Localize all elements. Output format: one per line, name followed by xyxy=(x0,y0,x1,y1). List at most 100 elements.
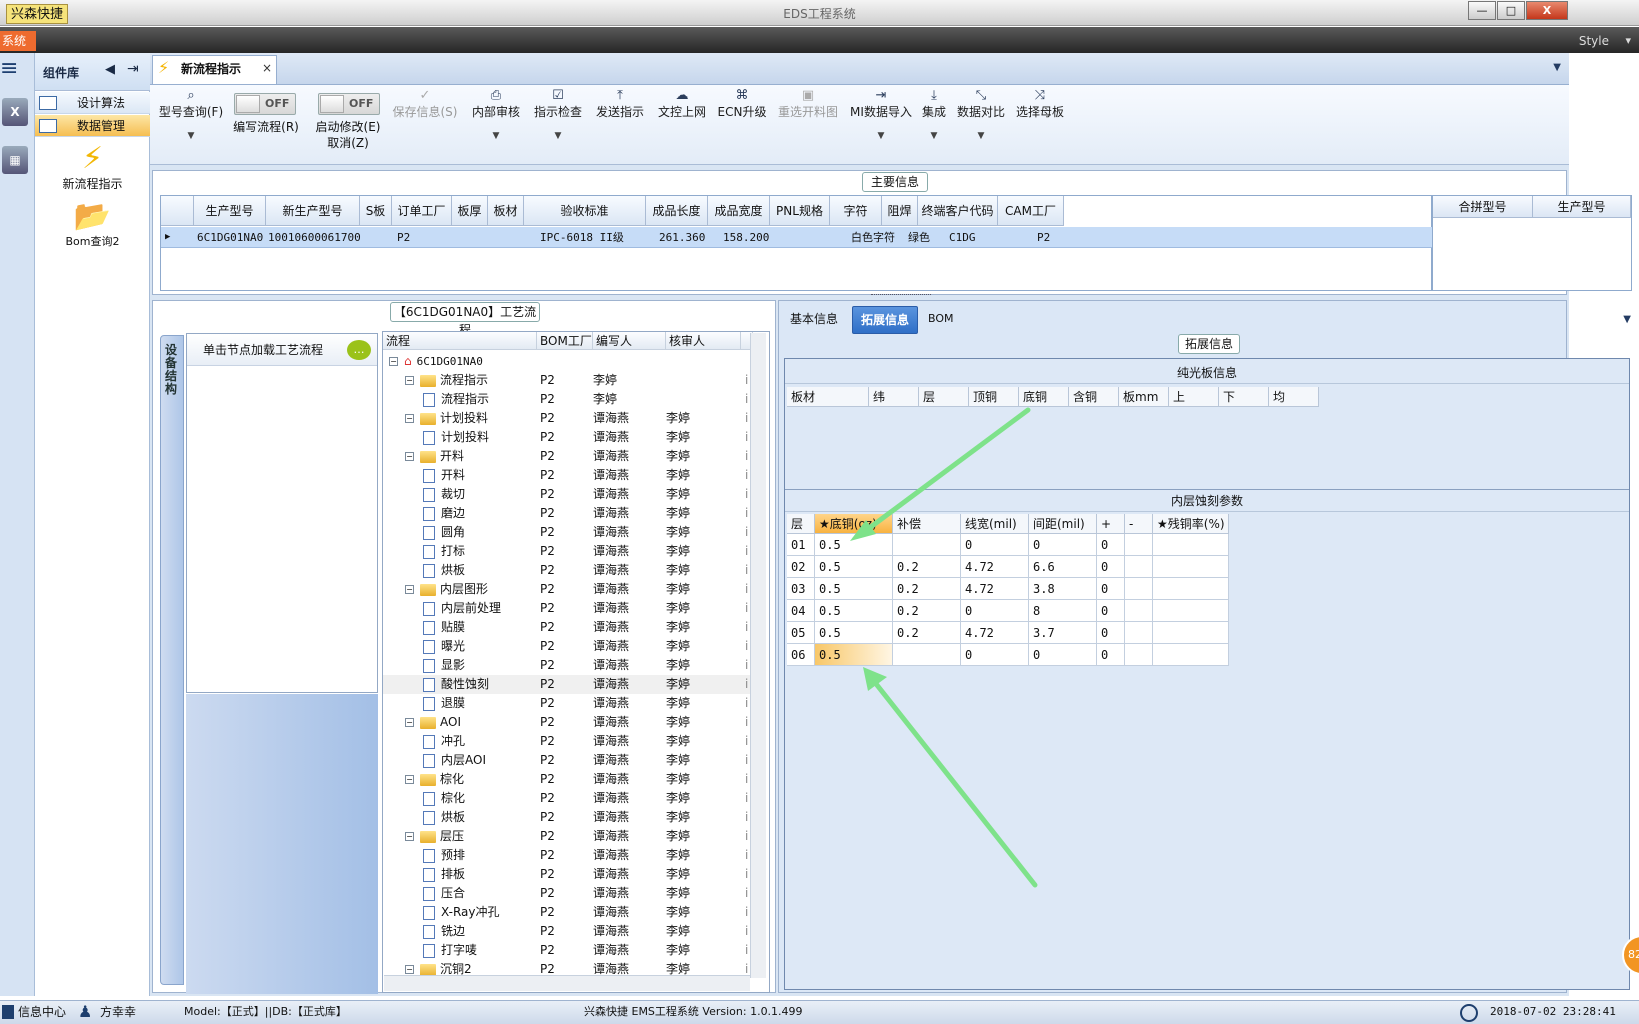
column-header[interactable]: 板mm xyxy=(1119,387,1169,407)
tree-row[interactable]: − 内层图形 P2 谭海燕 李婷 i xyxy=(383,580,753,599)
table-cell[interactable] xyxy=(1153,556,1229,578)
tree-row[interactable]: 开料 P2 谭海燕 李婷 i xyxy=(383,466,753,485)
tab-extended-info[interactable]: 拓展信息 xyxy=(852,306,919,334)
info-center-icon[interactable] xyxy=(2,1005,14,1019)
column-header[interactable]: 纬 xyxy=(869,387,919,407)
tree-node[interactable]: 显影 xyxy=(423,656,465,675)
chevron-down-icon[interactable]: ▾ xyxy=(1625,34,1631,47)
table-cell[interactable]: IPC-6018 II级 xyxy=(540,227,624,248)
tree-row[interactable]: 排板 P2 谭海燕 李婷 i xyxy=(383,865,753,884)
pin-icon[interactable]: ⇥ xyxy=(127,61,139,77)
table-cell[interactable]: 谭海燕 xyxy=(593,941,629,960)
table-cell[interactable]: 8 xyxy=(1029,600,1097,622)
table-cell[interactable]: P2 xyxy=(540,656,555,675)
tree-row[interactable]: 冲孔 P2 谭海燕 李婷 i xyxy=(383,732,753,751)
table-cell[interactable]: 李婷 xyxy=(666,542,690,561)
table-cell[interactable]: 4.72 xyxy=(961,556,1029,578)
tree-row[interactable]: 裁切 P2 谭海燕 李婷 i xyxy=(383,485,753,504)
tree-node[interactable]: 预排 xyxy=(423,846,465,865)
column-header[interactable]: 下 xyxy=(1219,387,1269,407)
collapse-icon[interactable]: − xyxy=(405,775,414,784)
collapse-left-icon[interactable]: ◀ xyxy=(105,62,115,77)
table-cell[interactable]: 谭海燕 xyxy=(593,637,629,656)
reselect-cut-button[interactable]: ▣ 重选开料图 xyxy=(772,88,844,120)
table-cell[interactable] xyxy=(1125,600,1153,622)
internal-review-button[interactable]: ⎙ 内部审核 ▼ xyxy=(466,88,526,144)
tree-row[interactable]: − 棕化 P2 谭海燕 李婷 i xyxy=(383,770,753,789)
tree-row[interactable]: 流程指示 P2 李婷 i xyxy=(383,390,753,409)
table-cell[interactable]: P2 xyxy=(540,523,555,542)
table-cell[interactable]: P2 xyxy=(540,428,555,447)
table-cell[interactable]: 谭海燕 xyxy=(593,732,629,751)
table-cell[interactable]: 0 xyxy=(1097,600,1125,622)
table-cell[interactable]: 李婷 xyxy=(666,637,690,656)
table-cell[interactable]: 谭海燕 xyxy=(593,523,629,542)
tree-node[interactable]: − AOI xyxy=(405,713,461,732)
excel-icon[interactable]: X xyxy=(2,98,28,126)
table-cell[interactable]: 谭海燕 xyxy=(593,789,629,808)
table-cell[interactable] xyxy=(1125,644,1153,666)
collapse-icon[interactable]: − xyxy=(405,832,414,841)
table-cell[interactable]: 0.5 xyxy=(815,578,893,600)
table-cell[interactable]: 0 xyxy=(961,534,1029,556)
splitter-handle[interactable] xyxy=(871,294,931,298)
table-cell[interactable]: P2 xyxy=(540,808,555,827)
table-cell[interactable]: P2 xyxy=(540,732,555,751)
table-cell[interactable]: P2 xyxy=(540,713,555,732)
table-cell[interactable]: 谭海燕 xyxy=(593,694,629,713)
table-cell[interactable]: P2 xyxy=(540,789,555,808)
table-cell[interactable]: P2 xyxy=(540,409,555,428)
tree-row[interactable]: 内层前处理 P2 谭海燕 李婷 i xyxy=(383,599,753,618)
bom-query-shortcut[interactable]: 📂 Bom查询2 xyxy=(35,201,150,249)
device-structure-tab[interactable]: 设备结构 xyxy=(160,335,184,985)
column-header[interactable]: 新生产型号 xyxy=(266,196,360,226)
table-cell[interactable]: 李婷 xyxy=(666,504,690,523)
column-header[interactable]: 上 xyxy=(1169,387,1219,407)
table-cell[interactable]: 李婷 xyxy=(666,675,690,694)
collapse-icon[interactable]: − xyxy=(405,965,414,974)
tree-row[interactable]: 计划投料 P2 谭海燕 李婷 i xyxy=(383,428,753,447)
table-cell[interactable]: 谭海燕 xyxy=(593,922,629,941)
table-cell[interactable]: 0.2 xyxy=(893,578,961,600)
style-menu[interactable]: Style xyxy=(1579,34,1609,48)
vertical-scrollbar[interactable] xyxy=(750,333,766,978)
column-header[interactable]: 核审人 xyxy=(666,332,741,350)
tree-row[interactable]: 磨边 P2 谭海燕 李婷 i xyxy=(383,504,753,523)
table-cell[interactable]: 李婷 xyxy=(666,713,690,732)
column-header[interactable]: 线宽(mil) xyxy=(961,514,1029,534)
table-cell[interactable]: 谭海燕 xyxy=(593,618,629,637)
table-cell[interactable]: 谭海燕 xyxy=(593,827,629,846)
table-cell[interactable]: 0.2 xyxy=(893,556,961,578)
calculator-icon[interactable]: ▦ xyxy=(2,146,28,174)
close-button[interactable]: X xyxy=(1526,1,1568,20)
table-cell[interactable]: P2 xyxy=(540,599,555,618)
table-cell[interactable]: 李婷 xyxy=(666,485,690,504)
chat-bubble-icon[interactable]: … xyxy=(347,340,371,360)
column-header[interactable]: ★残铜率(%) xyxy=(1153,514,1229,534)
column-header[interactable]: 合拼型号 xyxy=(1433,196,1533,218)
table-cell[interactable]: 0 xyxy=(961,644,1029,666)
save-info-button[interactable]: ✓ 保存信息(S) xyxy=(390,88,460,120)
table-cell[interactable]: P2 xyxy=(540,371,555,390)
table-cell[interactable]: P2 xyxy=(540,504,555,523)
table-cell[interactable]: 谭海燕 xyxy=(593,447,629,466)
table-cell[interactable]: 谭海燕 xyxy=(593,675,629,694)
table-cell[interactable]: 谭海燕 xyxy=(593,846,629,865)
table-cell[interactable] xyxy=(1125,622,1153,644)
column-header[interactable]: PNL规格 xyxy=(770,196,830,226)
table-cell[interactable] xyxy=(1153,534,1229,556)
tree-node[interactable]: − 内层图形 xyxy=(405,580,488,599)
table-cell[interactable]: 谭海燕 xyxy=(593,409,629,428)
column-header[interactable]: 编写人 xyxy=(593,332,666,350)
tree-row[interactable]: 曝光 P2 谭海燕 李婷 i xyxy=(383,637,753,656)
table-cell[interactable]: 李婷 xyxy=(666,846,690,865)
table-row[interactable]: ▶ 6C1DG01NA0 10010600061700 P2 IPC-6018 … xyxy=(161,227,1433,248)
hamburger-icon[interactable]: ≡ xyxy=(0,58,18,80)
column-header[interactable]: CAM工厂 xyxy=(998,196,1064,226)
column-header[interactable]: 间距(mil) xyxy=(1029,514,1097,534)
table-cell[interactable] xyxy=(893,534,961,556)
tree-node[interactable]: 打标 xyxy=(423,542,465,561)
tree-row[interactable]: 贴膜 P2 谭海燕 李婷 i xyxy=(383,618,753,637)
tree-row[interactable]: 圆角 P2 谭海燕 李婷 i xyxy=(383,523,753,542)
table-cell[interactable]: 李婷 xyxy=(666,941,690,960)
